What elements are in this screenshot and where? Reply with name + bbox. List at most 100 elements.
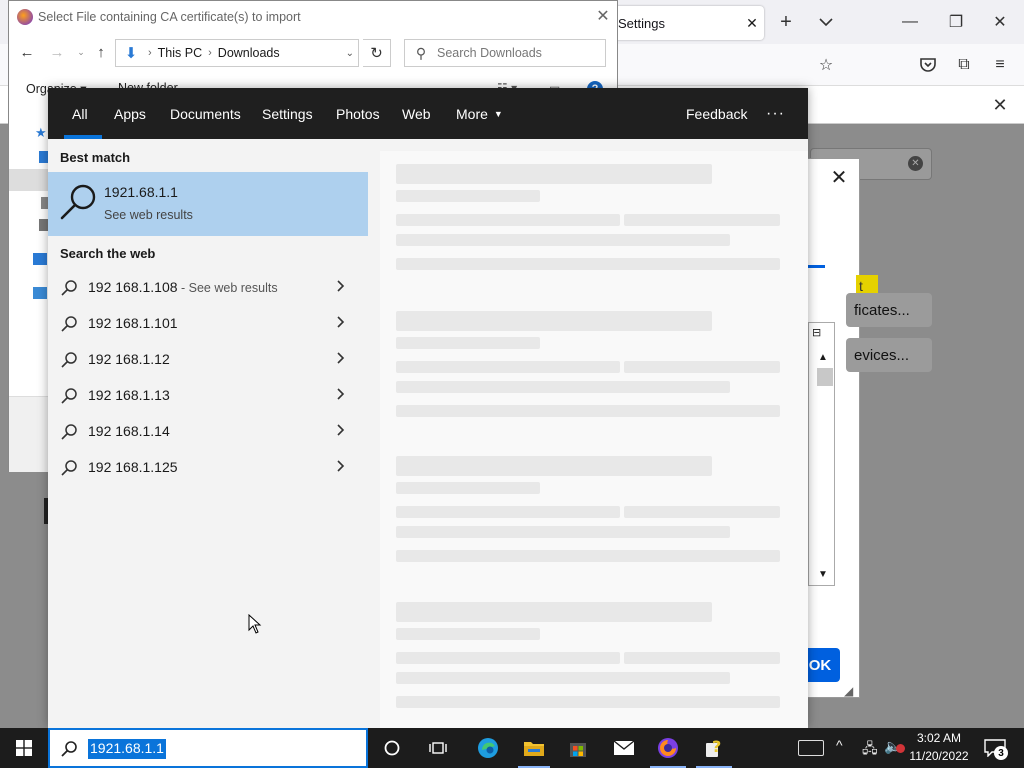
web-result-text: 192 168.1.108 - See web results bbox=[88, 279, 278, 295]
large-search-icon bbox=[60, 184, 96, 220]
tab-more[interactable]: More ▼ bbox=[456, 88, 503, 139]
web-result-row[interactable]: 192 168.1.108 - See web results bbox=[48, 269, 368, 305]
best-match-result[interactable]: 1921.68.1.1 See web results bbox=[48, 172, 368, 236]
loading-placeholder bbox=[396, 258, 780, 270]
web-result-hint: - See web results bbox=[177, 281, 278, 295]
file-explorer-icon[interactable] bbox=[512, 728, 556, 768]
resize-grip-icon[interactable]: ◢ bbox=[844, 684, 853, 698]
loading-placeholder bbox=[396, 214, 620, 226]
task-view-icon[interactable] bbox=[416, 728, 460, 768]
scroll-up-icon[interactable]: ▲ bbox=[818, 352, 828, 363]
tab-web[interactable]: Web bbox=[402, 88, 431, 139]
back-arrow-icon[interactable]: ← bbox=[17, 42, 37, 62]
quick-access-star-icon[interactable]: ★ bbox=[35, 125, 49, 140]
get-help-icon[interactable]: ? bbox=[692, 728, 736, 768]
bookmark-star-icon[interactable]: ☆ bbox=[814, 53, 838, 77]
feedback-button[interactable]: Feedback bbox=[686, 88, 747, 139]
tab-settings[interactable]: Settings bbox=[262, 88, 313, 139]
more-options-ellipsis-icon[interactable]: ··· bbox=[766, 88, 785, 139]
best-match-title: 1921.68.1.1 bbox=[104, 184, 178, 200]
mail-icon[interactable] bbox=[602, 728, 646, 768]
cortana-icon[interactable] bbox=[370, 728, 414, 768]
tab-photos[interactable]: Photos bbox=[336, 88, 380, 139]
clock-time[interactable]: 3:02 AM bbox=[908, 731, 970, 745]
nav-item-downloads-selected[interactable] bbox=[9, 169, 49, 191]
search-clear-icon[interactable]: ✕ bbox=[908, 156, 923, 171]
hamburger-menu-icon[interactable]: ≡ bbox=[988, 53, 1012, 77]
breadcrumb-this-pc[interactable]: This PC bbox=[158, 46, 202, 60]
chevron-right-icon[interactable] bbox=[337, 423, 345, 439]
view-certificates-button[interactable]: ficates... bbox=[846, 293, 932, 327]
search-query-selected-text[interactable]: 1921.68.1.1 bbox=[88, 739, 166, 759]
scroll-down-icon[interactable]: ▼ bbox=[818, 569, 828, 580]
clock-date[interactable]: 11/20/2022 bbox=[908, 749, 970, 763]
notification-close-icon[interactable]: ✕ bbox=[988, 93, 1012, 117]
show-hidden-icons-chevron-icon[interactable]: ^ bbox=[836, 737, 843, 753]
breadcrumb-downloads[interactable]: Downloads bbox=[218, 46, 280, 60]
loading-placeholder bbox=[396, 234, 730, 246]
chevron-right-icon[interactable] bbox=[337, 351, 345, 367]
loading-placeholder bbox=[396, 526, 730, 538]
tab-close-icon[interactable]: ✕ bbox=[740, 15, 764, 32]
chevron-right-icon[interactable] bbox=[337, 459, 345, 475]
web-result-row[interactable]: 192 168.1.101 bbox=[48, 305, 368, 341]
security-devices-button[interactable]: evices... bbox=[846, 338, 932, 372]
minimize-button[interactable]: — bbox=[896, 10, 924, 34]
loading-placeholder bbox=[396, 602, 712, 622]
mouse-cursor-icon bbox=[248, 614, 262, 634]
edge-browser-icon[interactable] bbox=[466, 728, 510, 768]
search-icon bbox=[61, 460, 77, 476]
loading-placeholder bbox=[396, 337, 540, 349]
windows-logo-icon bbox=[16, 740, 32, 756]
scrollbar-thumb[interactable] bbox=[817, 368, 833, 386]
web-result-row[interactable]: 192 168.1.14 bbox=[48, 413, 368, 449]
new-tab-button[interactable]: + bbox=[772, 10, 800, 34]
search-icon bbox=[61, 424, 77, 440]
network-icon[interactable]: 🖧 bbox=[862, 738, 878, 762]
caret-down-icon: ▼ bbox=[493, 108, 503, 119]
loading-placeholder bbox=[396, 652, 620, 664]
up-arrow-icon[interactable]: ↑ bbox=[91, 42, 111, 62]
loading-placeholder bbox=[624, 652, 780, 664]
loading-placeholder bbox=[396, 311, 712, 331]
refresh-icon[interactable]: ↻ bbox=[363, 39, 391, 67]
chevron-right-icon[interactable] bbox=[337, 279, 345, 295]
restore-button[interactable]: ❐ bbox=[942, 10, 970, 34]
firefox-taskbar-icon[interactable] bbox=[646, 728, 690, 768]
column-picker-icon[interactable]: ⊟ bbox=[812, 326, 821, 339]
search-downloads-input[interactable]: ⚲ Search Downloads bbox=[404, 39, 606, 67]
dialog-titlebar: Select File containing CA certificate(s)… bbox=[9, 1, 617, 33]
web-result-row[interactable]: 192 168.1.12 bbox=[48, 341, 368, 377]
extensions-puzzle-icon[interactable]: ⧉ bbox=[952, 53, 976, 77]
touch-keyboard-icon[interactable] bbox=[798, 740, 824, 756]
tab-all[interactable]: All bbox=[72, 88, 88, 139]
chevron-right-icon[interactable] bbox=[337, 315, 345, 331]
breadcrumb-separator-icon[interactable]: › bbox=[148, 47, 152, 59]
recent-locations-chevron-icon[interactable]: ⌄ bbox=[71, 42, 91, 62]
best-match-heading: Best match bbox=[60, 150, 131, 165]
dialog-close-icon[interactable]: ✕ bbox=[826, 164, 852, 190]
tab-documents[interactable]: Documents bbox=[170, 88, 241, 139]
forward-arrow-icon[interactable]: → bbox=[47, 42, 67, 62]
chevron-right-icon[interactable] bbox=[337, 387, 345, 403]
windows-search-flyout: All Apps Documents Settings Photos Web M… bbox=[48, 88, 808, 728]
breadcrumb-separator-icon[interactable]: › bbox=[208, 47, 212, 59]
dialog-close-button[interactable]: ✕ bbox=[593, 6, 613, 26]
pocket-icon[interactable] bbox=[916, 53, 940, 77]
web-result-row[interactable]: 192 168.1.13 bbox=[48, 377, 368, 413]
web-result-row[interactable]: 192 168.1.125 bbox=[48, 449, 368, 485]
start-button[interactable] bbox=[0, 728, 48, 768]
network-icon[interactable] bbox=[33, 287, 47, 299]
taskbar-search-box[interactable]: 1921.68.1.1 bbox=[48, 728, 368, 768]
tab-apps[interactable]: Apps bbox=[114, 88, 146, 139]
window-close-button[interactable]: ✕ bbox=[986, 10, 1014, 34]
dialog-nav-row: ← → ⌄ ↑ ⬇ › This PC › Downloads ⌄ ↻ ⚲ Se… bbox=[9, 33, 617, 71]
firefox-tab-settings[interactable]: Settings ✕ bbox=[610, 6, 764, 40]
volume-muted-badge-icon bbox=[896, 744, 905, 753]
address-dropdown-icon[interactable]: ⌄ bbox=[346, 48, 354, 59]
microsoft-store-icon[interactable] bbox=[556, 728, 600, 768]
search-scope-tabs: All Apps Documents Settings Photos Web M… bbox=[48, 88, 808, 139]
this-pc-icon[interactable] bbox=[33, 253, 47, 265]
list-tabs-chevron-icon[interactable] bbox=[812, 10, 840, 34]
address-bar[interactable]: ⬇ › This PC › Downloads ⌄ bbox=[115, 39, 359, 67]
